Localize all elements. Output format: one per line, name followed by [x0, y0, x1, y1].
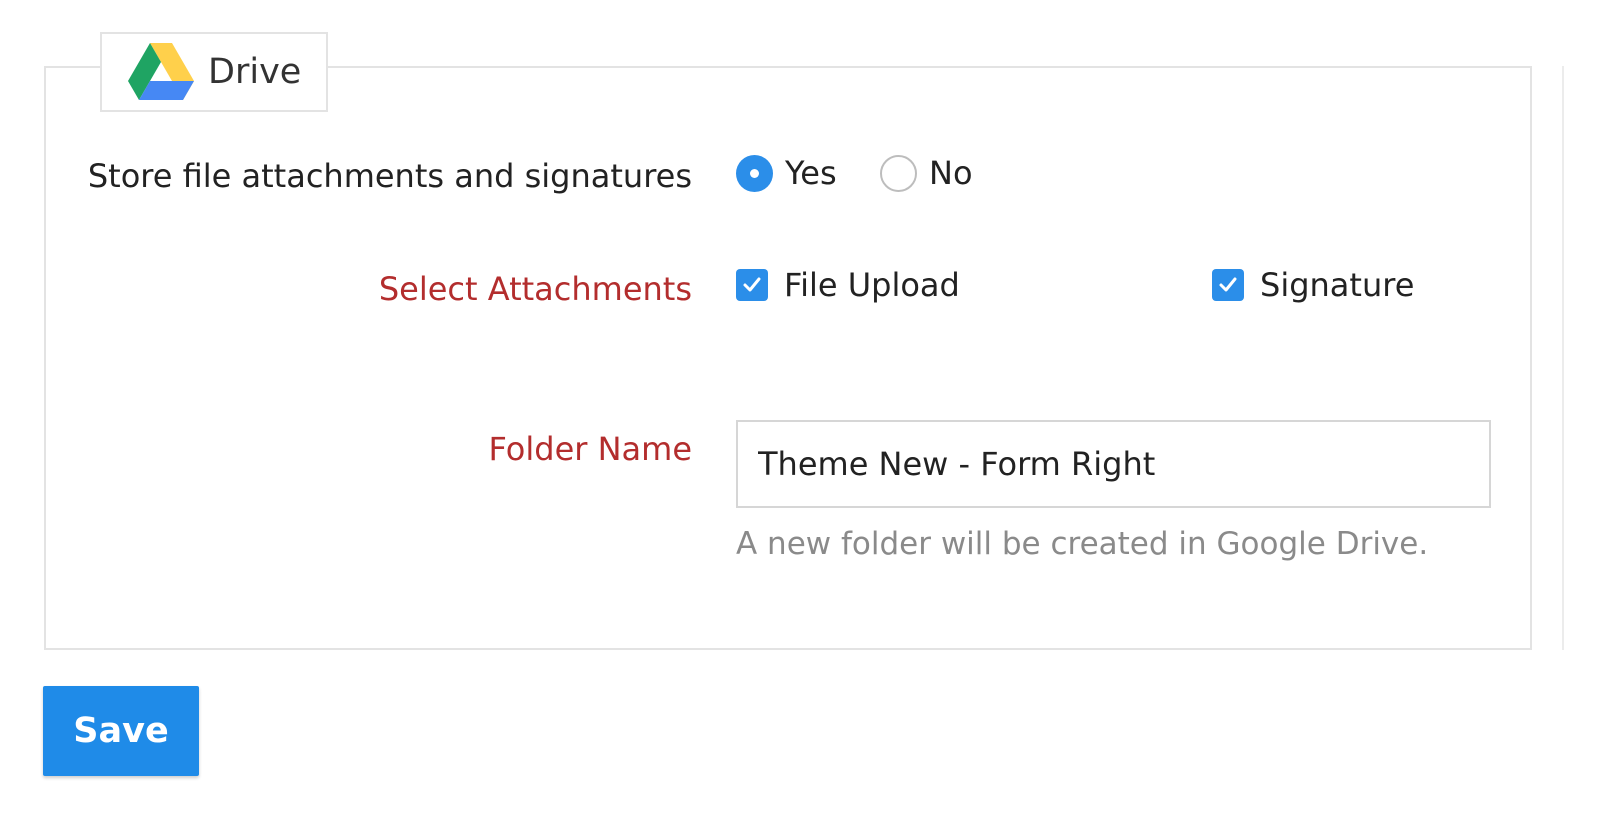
select-attachments-label: Select Attachments — [378, 270, 692, 308]
signature-checkbox[interactable]: Signature — [1212, 266, 1414, 304]
file-upload-checkbox[interactable]: File Upload — [736, 266, 960, 304]
store-no-label: No — [929, 154, 973, 192]
panel-edge-divider — [1562, 66, 1564, 650]
store-yes-label: Yes — [785, 154, 837, 192]
radio-selected-icon[interactable] — [736, 154, 773, 192]
save-button[interactable]: Save — [43, 686, 199, 776]
folder-name-input[interactable] — [736, 420, 1491, 508]
radio-unselected-icon[interactable] — [880, 154, 917, 192]
signature-label: Signature — [1260, 266, 1415, 304]
checkbox-checked-icon[interactable] — [1212, 269, 1244, 301]
checkmark-icon — [1219, 277, 1237, 292]
folder-help-text: A new folder will be created in Google D… — [736, 526, 1429, 562]
checkmark-icon — [743, 277, 761, 292]
checkbox-checked-icon[interactable] — [736, 269, 768, 301]
drive-integration-page: Drive Store file attachments and signatu… — [0, 0, 1600, 830]
store-attachments-label: Store file attachments and signatures — [87, 157, 692, 195]
file-upload-label: File Upload — [784, 266, 960, 304]
drive-tab[interactable]: Drive — [100, 32, 328, 112]
google-drive-icon — [128, 43, 194, 100]
drive-tab-label: Drive — [208, 52, 302, 92]
store-yes-radio[interactable]: Yes — [736, 154, 837, 192]
folder-name-label: Folder Name — [488, 430, 692, 468]
store-no-radio[interactable]: No — [880, 154, 973, 192]
